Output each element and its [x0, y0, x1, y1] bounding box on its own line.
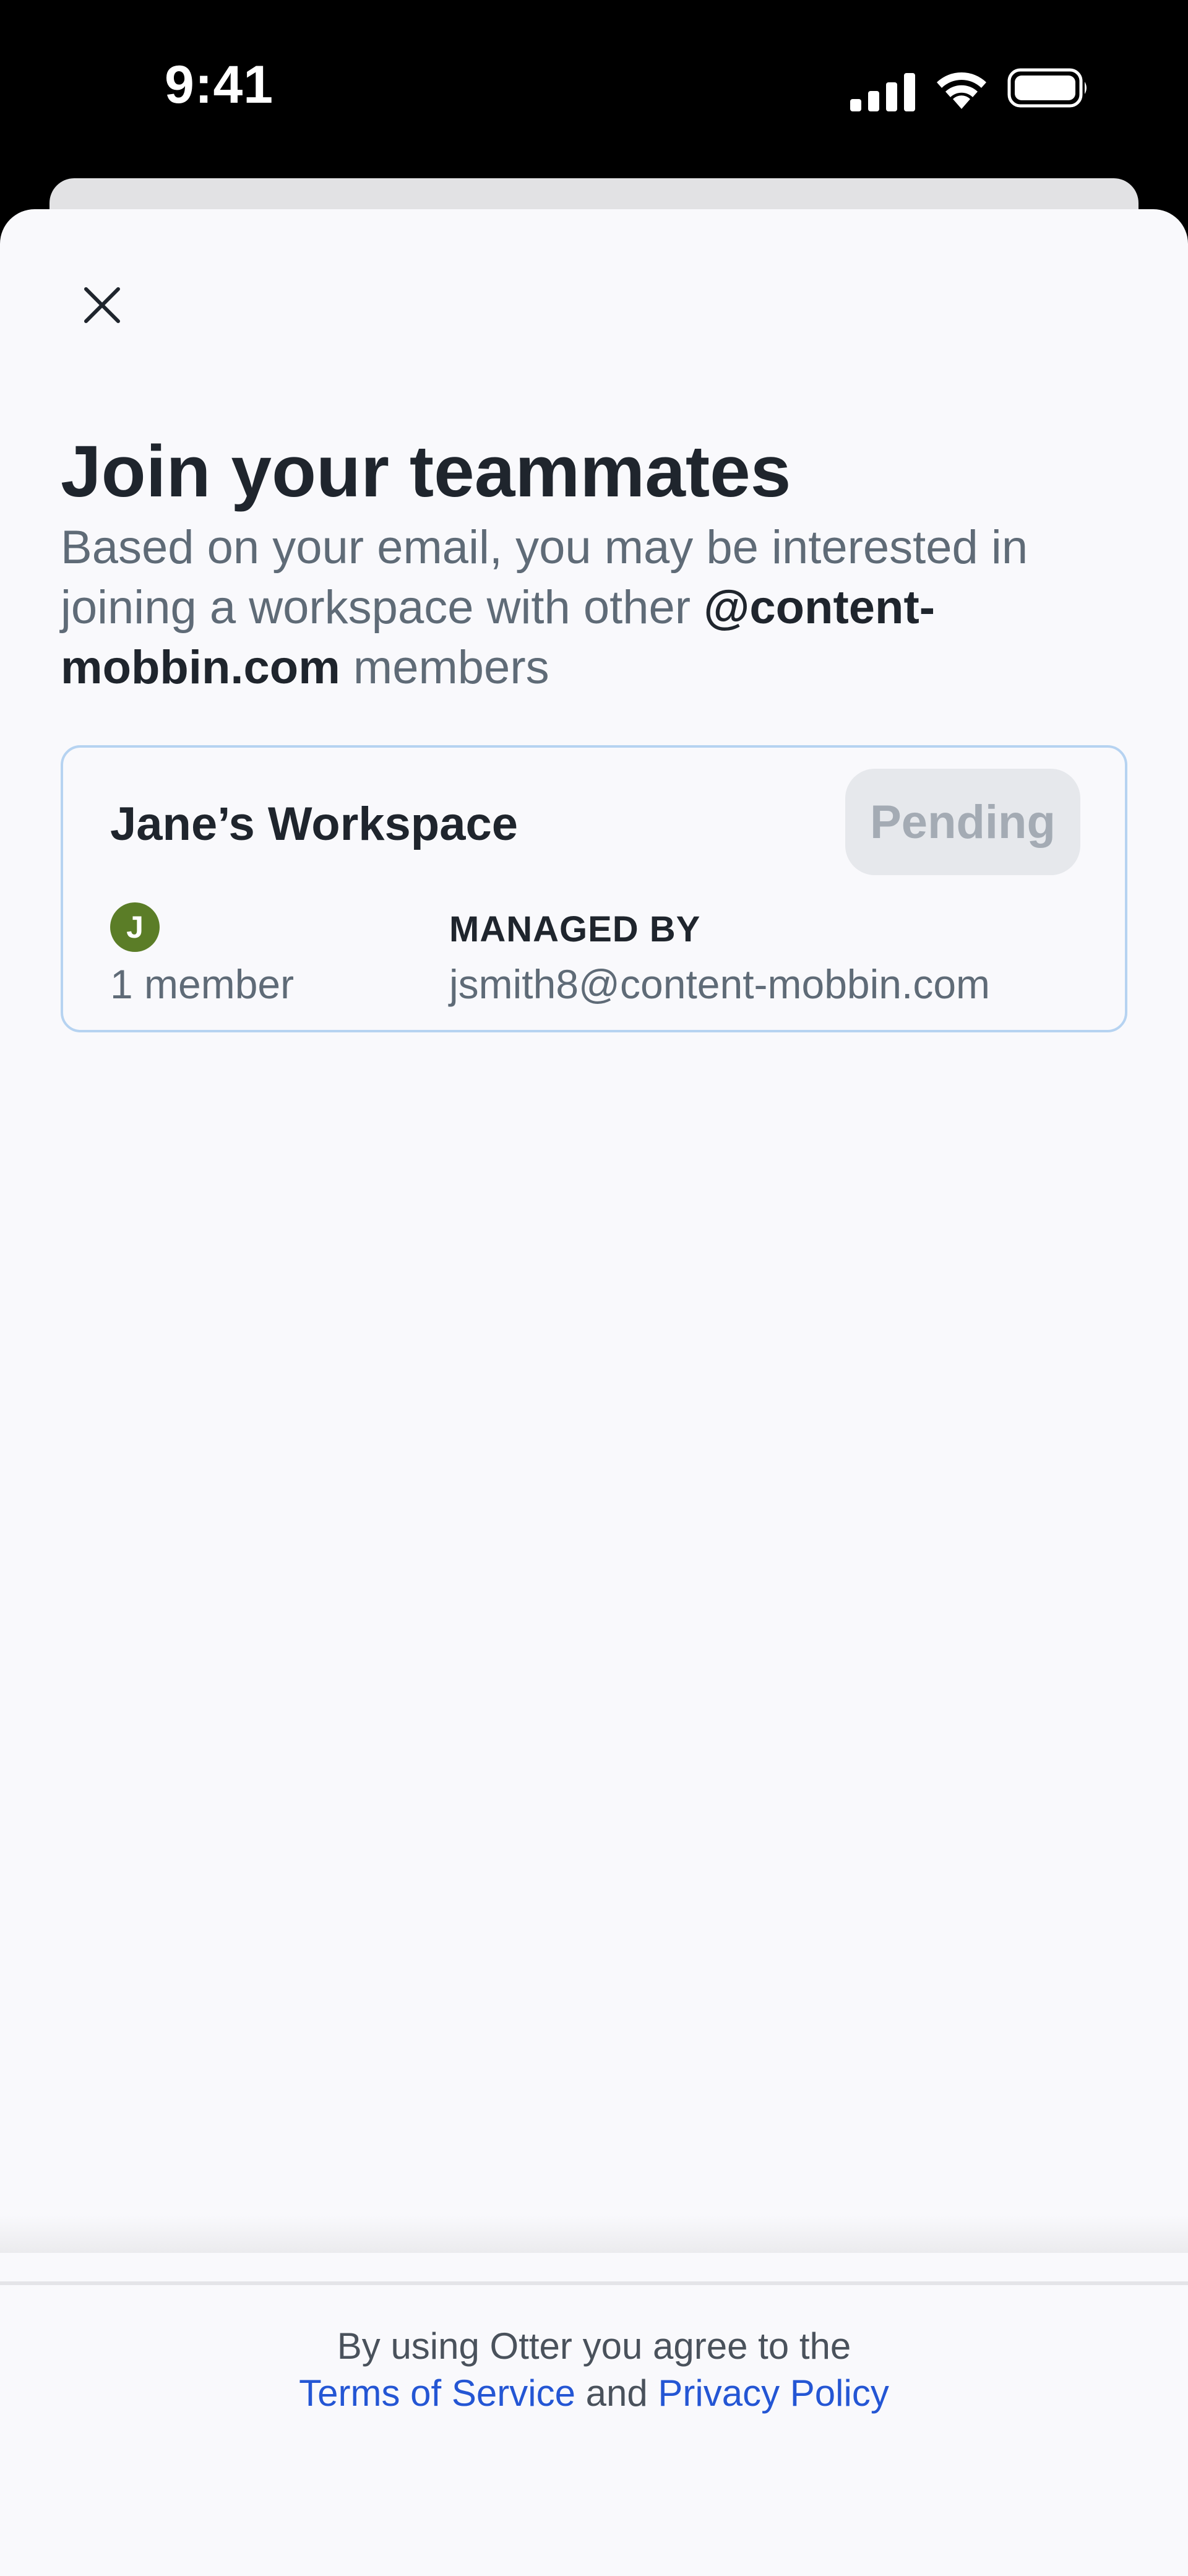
terms-of-service-link[interactable]: Terms of Service: [299, 2372, 575, 2414]
pending-button[interactable]: Pending: [845, 769, 1080, 875]
footer-divider: [0, 2216, 1188, 2253]
workspace-name: Jane’s Workspace: [110, 798, 519, 850]
signal-icon: [850, 73, 915, 111]
page-title: Join your teammates: [61, 431, 791, 512]
legal-links: Terms of Service and Privacy Policy: [0, 2372, 1188, 2414]
status-time: 9:41: [165, 55, 274, 115]
legal-and-text: and: [585, 2372, 648, 2414]
status-icons: [850, 64, 1089, 111]
legal-text: By using Otter you agree to the: [337, 2325, 851, 2367]
manager-email: jsmith8@content-mobbin.com: [449, 961, 991, 1007]
page-subtitle: Based on your email, you may be interest…: [61, 517, 1125, 698]
avatar: J: [110, 902, 160, 952]
managed-by-label: MANAGED BY: [449, 909, 701, 949]
member-count: 1 member: [110, 961, 295, 1007]
legal-footer: By using Otter you agree to the Terms of…: [0, 2281, 1188, 2576]
privacy-policy-link[interactable]: Privacy Policy: [658, 2372, 889, 2414]
wifi-icon: [937, 72, 986, 109]
workspace-card[interactable]: Jane’s Workspace Pending J 1 member MANA…: [61, 745, 1127, 1032]
subtitle-suffix: members: [340, 641, 549, 694]
close-button[interactable]: [62, 265, 142, 345]
status-bar: 9:41: [0, 0, 1188, 173]
screen: 9:41 Join your teammates Based on your e…: [0, 0, 1188, 2576]
battery-icon: [1007, 68, 1087, 108]
close-icon: [84, 287, 120, 323]
